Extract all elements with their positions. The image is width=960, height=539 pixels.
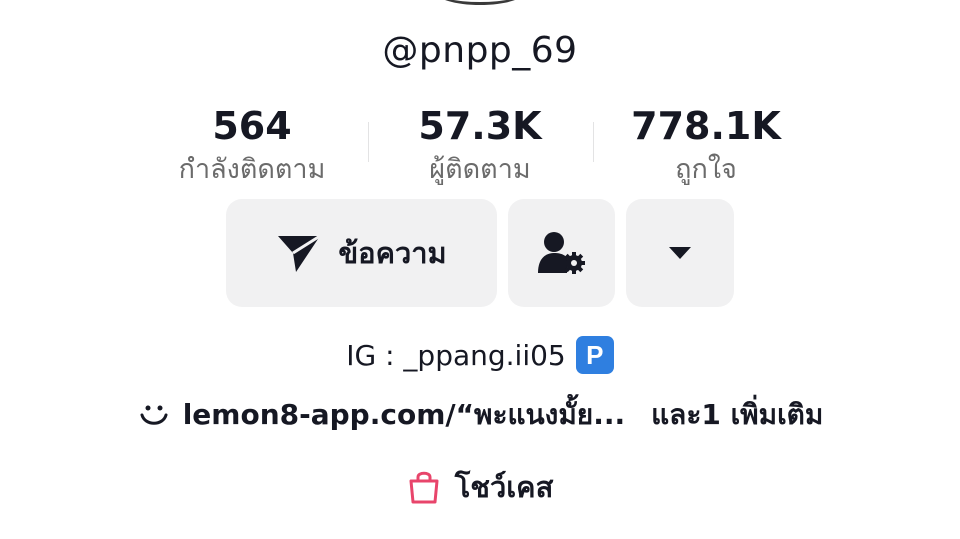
stat-following[interactable]: 564 กำลังติดตาม [152,104,352,190]
smile-icon [137,400,171,430]
showcase-label: โชว์เคส [454,470,554,504]
send-icon [276,232,322,274]
shopping-bag-icon [407,469,441,505]
user-settings-icon [537,230,587,276]
stat-likes[interactable]: 778.1K ถูกใจ [606,104,806,190]
bio-instagram: IG : _ppang.ii05 P [0,336,960,374]
stat-followers[interactable]: 57.3K ผู้ติดตาม [380,104,580,190]
more-options-button[interactable] [626,199,734,307]
likes-count: 778.1K [631,104,781,148]
bio-ig-text: IG : _ppang.ii05 [346,338,566,372]
likes-label: ถูกใจ [675,154,737,185]
showcase-link[interactable]: โชว์เคส [0,464,960,510]
following-label: กำลังติดตาม [178,154,326,185]
followers-label: ผู้ติดตาม [429,154,531,185]
message-label: ข้อความ [338,236,447,270]
stat-divider [368,122,369,162]
parking-badge-icon: P [575,336,614,374]
caret-down-icon [668,246,692,260]
bio-more-link[interactable]: และ1 เพิ่มเติม [651,393,823,437]
friend-settings-button[interactable] [508,199,615,307]
message-button[interactable]: ข้อความ [226,199,497,307]
bio-link[interactable]: lemon8-app.com/“พะแนงมั้ย... และ1 เพิ่มเ… [0,393,960,437]
username: @pnpp_69 [382,30,578,71]
following-count: 564 [212,104,292,148]
avatar[interactable] [435,0,525,5]
followers-count: 57.3K [418,104,542,148]
bio-link-text[interactable]: lemon8-app.com/“พะแนงมั้ย... [183,393,625,437]
stat-divider [593,122,594,162]
